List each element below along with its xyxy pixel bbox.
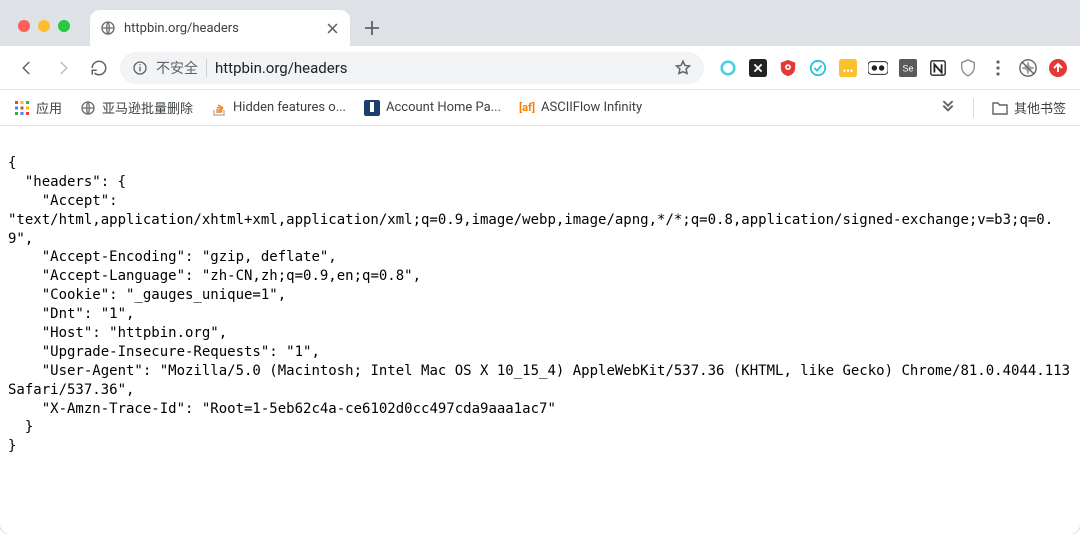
window-controls bbox=[18, 20, 70, 32]
menu-kebab-icon[interactable] bbox=[988, 58, 1008, 78]
bookmark-item-3[interactable]: [af] ASCIIFlow Infinity bbox=[519, 100, 642, 116]
svg-text:Se: Se bbox=[902, 63, 913, 73]
bookmark-item-1[interactable]: Hidden features o... bbox=[211, 100, 346, 116]
response-body: { "headers": { "Accept": "text/html,appl… bbox=[0, 140, 1080, 470]
other-bookmarks-label: 其他书签 bbox=[1014, 98, 1066, 117]
bookmarks-bar: 应用 亚马逊批量删除 Hidden features o... Account … bbox=[0, 90, 1080, 126]
asciiflow-icon: [af] bbox=[519, 100, 535, 116]
site-info-icon[interactable] bbox=[132, 60, 148, 76]
globe-icon bbox=[80, 100, 96, 116]
bookmark-item-0[interactable]: 亚马逊批量删除 bbox=[80, 98, 193, 117]
toolbar: 不安全 httpbin.org/headers Se bbox=[0, 46, 1080, 90]
extension-notion-icon[interactable] bbox=[928, 58, 948, 78]
apps-button[interactable]: 应用 bbox=[14, 98, 62, 117]
extension-icons: Se bbox=[710, 58, 1068, 78]
folder-icon bbox=[992, 100, 1008, 116]
other-bookmarks-button[interactable]: 其他书签 bbox=[992, 98, 1066, 117]
address-bar[interactable]: 不安全 httpbin.org/headers bbox=[120, 52, 704, 84]
reload-button[interactable] bbox=[84, 53, 114, 83]
insecure-label: 不安全 bbox=[156, 58, 198, 78]
tab-title: httpbin.org/headers bbox=[124, 21, 316, 36]
bookmark-square-icon bbox=[364, 100, 380, 116]
apps-grid-icon bbox=[14, 100, 30, 116]
globe-icon bbox=[100, 20, 116, 36]
browser-tab[interactable]: httpbin.org/headers bbox=[90, 10, 350, 46]
omnibox-separator bbox=[206, 59, 207, 77]
extension-ring-icon[interactable] bbox=[718, 58, 738, 78]
extension-shield-icon[interactable] bbox=[958, 58, 978, 78]
extension-ublock-icon[interactable] bbox=[778, 58, 798, 78]
bookmark-label: Account Home Pa... bbox=[386, 100, 501, 115]
omnibox-url: httpbin.org/headers bbox=[215, 59, 666, 77]
bookmark-star-icon[interactable] bbox=[674, 59, 692, 77]
bookmarks-overflow-button[interactable] bbox=[941, 101, 955, 115]
extension-selenium-icon[interactable]: Se bbox=[898, 58, 918, 78]
window-minimize-button[interactable] bbox=[38, 20, 50, 32]
bookmark-label: 亚马逊批量删除 bbox=[102, 98, 193, 117]
new-tab-button[interactable] bbox=[358, 14, 386, 42]
stackoverflow-icon bbox=[211, 100, 227, 116]
window-zoom-button[interactable] bbox=[58, 20, 70, 32]
forward-button[interactable] bbox=[48, 53, 78, 83]
extension-red-arrow-icon[interactable] bbox=[1048, 58, 1068, 78]
extension-compass-icon[interactable] bbox=[1018, 58, 1038, 78]
apps-label: 应用 bbox=[36, 98, 62, 117]
extension-teal-icon[interactable] bbox=[808, 58, 828, 78]
close-icon[interactable] bbox=[324, 20, 340, 36]
bookmarks-separator bbox=[973, 98, 974, 118]
back-button[interactable] bbox=[12, 53, 42, 83]
tab-strip: httpbin.org/headers bbox=[0, 0, 1080, 46]
extension-yellow-icon[interactable] bbox=[838, 58, 858, 78]
extension-x-icon[interactable] bbox=[748, 58, 768, 78]
extension-panda-icon[interactable] bbox=[868, 58, 888, 78]
bookmark-item-2[interactable]: Account Home Pa... bbox=[364, 100, 501, 116]
bookmark-label: ASCIIFlow Infinity bbox=[541, 100, 642, 115]
window-close-button[interactable] bbox=[18, 20, 30, 32]
bookmark-label: Hidden features o... bbox=[233, 100, 346, 115]
